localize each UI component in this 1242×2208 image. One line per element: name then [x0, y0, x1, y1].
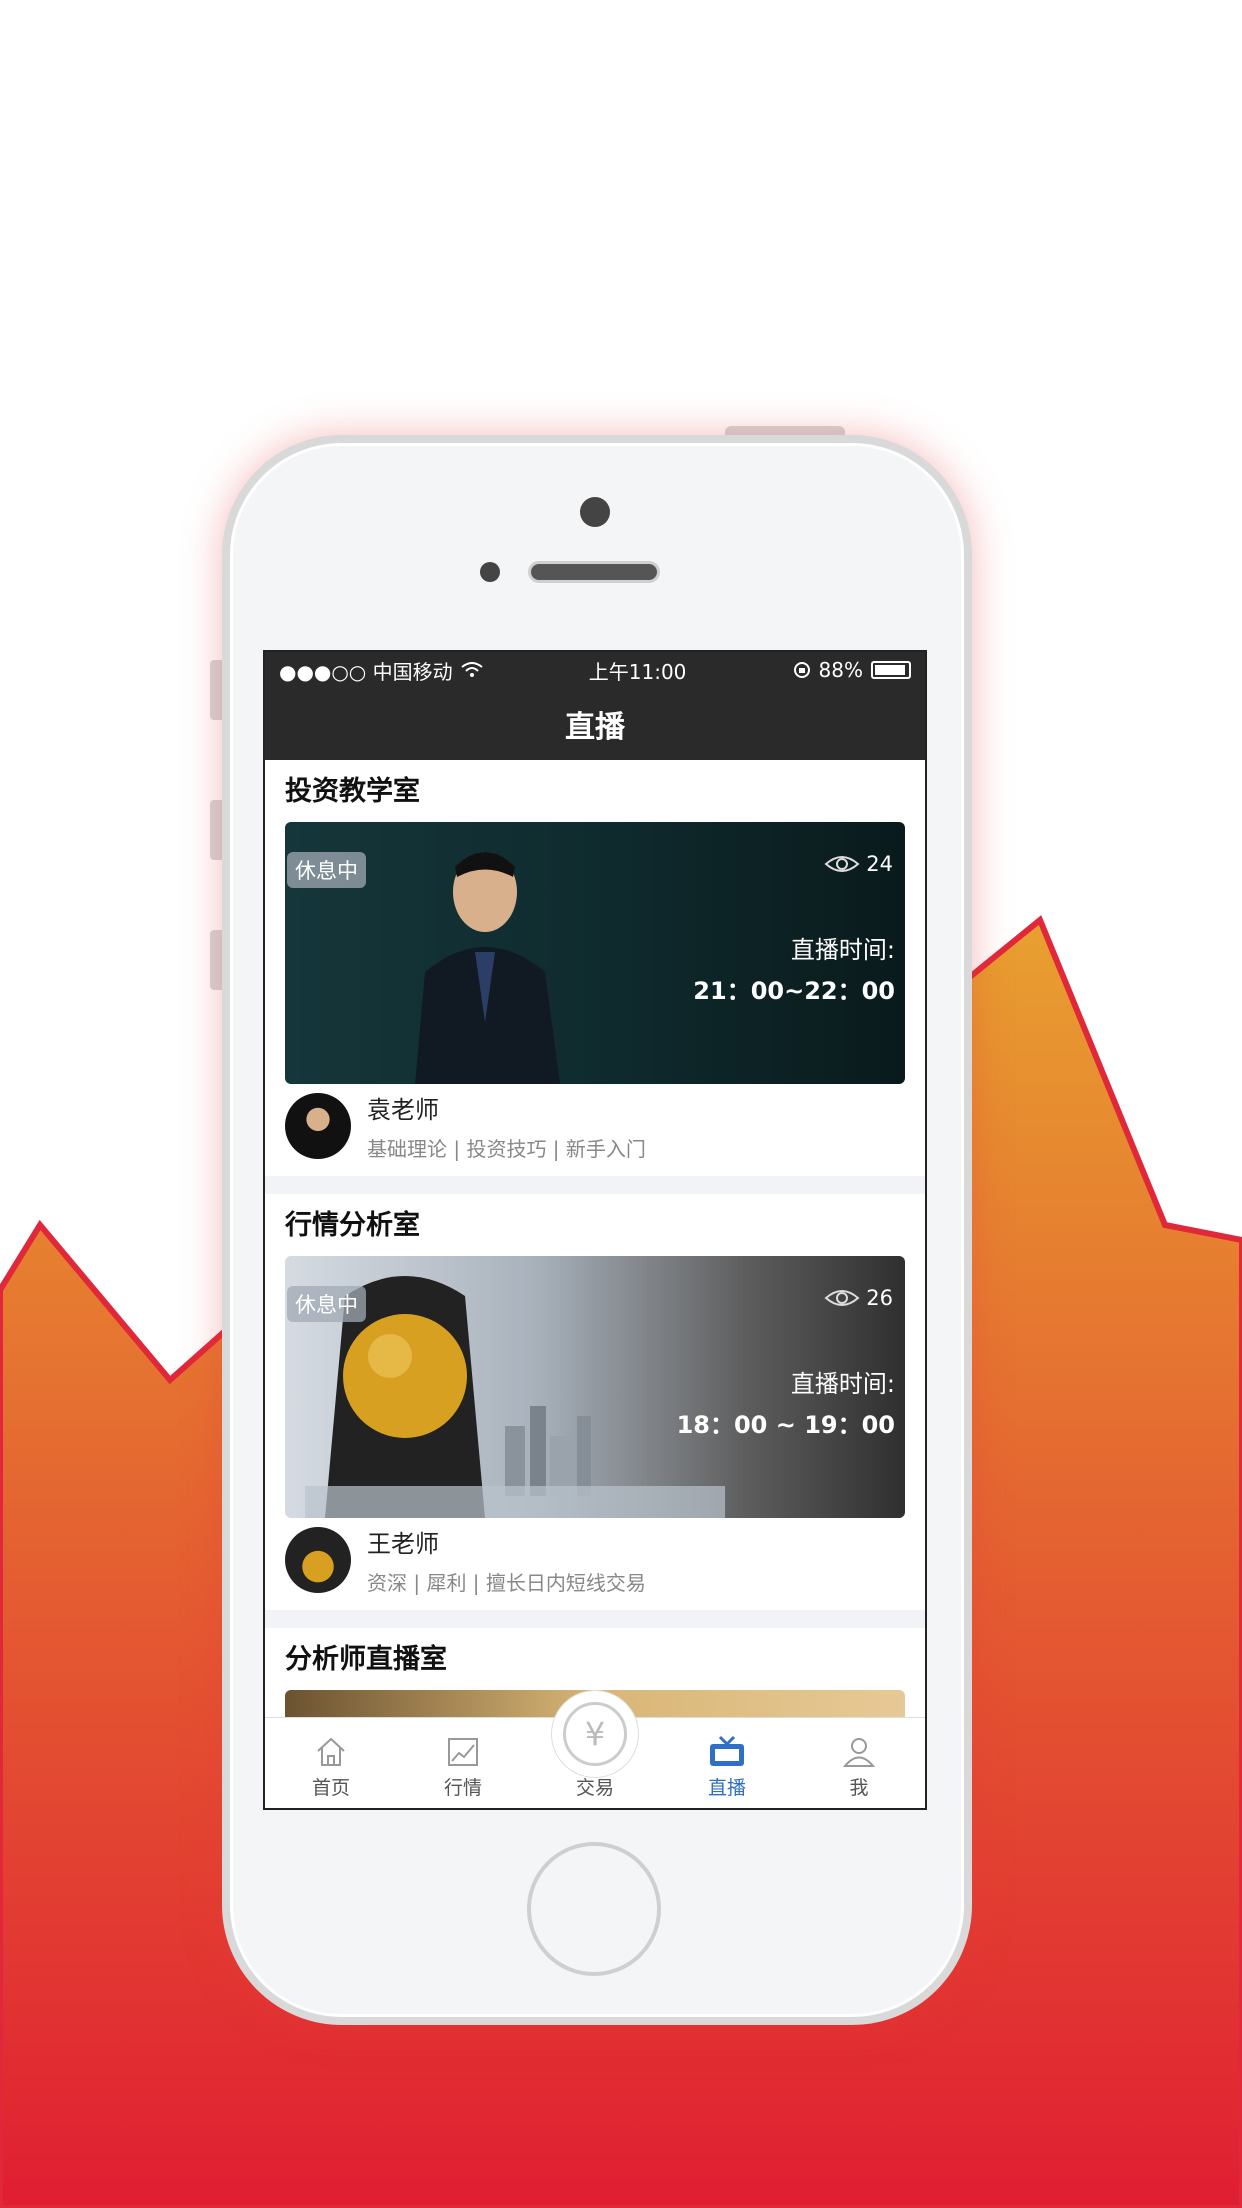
viewer-count: 24	[824, 852, 893, 876]
teacher-tags: 基础理论 | 投资技巧 | 新手入门	[367, 1137, 646, 1161]
proximity-sensor	[480, 562, 500, 582]
carrier-label: ●●●○○ 中国移动	[279, 659, 453, 684]
teacher-tags: 资深 | 犀利 | 擅长日内短线交易	[367, 1571, 646, 1595]
avatar	[285, 1093, 351, 1159]
room-title: 行情分析室	[285, 1210, 420, 1241]
earpiece-speaker	[528, 561, 660, 583]
tab-home[interactable]: 首页	[265, 1718, 397, 1808]
live-time-label: 直播时间:	[790, 1370, 895, 1398]
trade-bubble[interactable]: ¥	[551, 1690, 639, 1778]
status-time: 上午11:00	[588, 659, 687, 684]
tab-label: 我	[849, 1777, 869, 1799]
wifi-icon	[461, 662, 483, 677]
status-badge: 休息中	[287, 1286, 366, 1322]
live-time-range: 18：00 ~ 19：00	[676, 1411, 895, 1439]
tab-label: 直播	[707, 1777, 746, 1799]
tab-trade[interactable]: ¥ 交易	[529, 1690, 661, 1808]
room-banner[interactable]: 休息中 26 直播时间: 18：00 ~ 19：00	[285, 1256, 905, 1518]
yen-icon: ¥	[563, 1702, 627, 1766]
home-icon	[317, 1737, 345, 1766]
battery-percent: 88%	[818, 658, 863, 682]
room-title: 投资教学室	[285, 776, 420, 807]
live-time: 直播时间: 18：00 ~ 19：00	[677, 1364, 895, 1440]
viewer-count-value: 24	[866, 852, 893, 876]
teacher-name: 袁老师	[367, 1096, 439, 1124]
tab-bar: 首页 行情 ¥ 交易 直播 我	[265, 1690, 925, 1808]
presenter-image	[415, 852, 560, 1084]
chart-icon	[448, 1738, 478, 1766]
tab-label: 行情	[443, 1777, 482, 1799]
tv-icon	[710, 1735, 744, 1766]
user-icon	[842, 1738, 876, 1767]
rotation-lock-icon	[793, 662, 810, 678]
home-button	[527, 1842, 661, 1976]
teacher-name: 王老师	[367, 1530, 439, 1558]
tab-me[interactable]: 我	[793, 1718, 925, 1808]
viewer-count: 26	[824, 1286, 893, 1310]
eye-icon	[824, 1290, 860, 1306]
room-banner[interactable]: 休息中 24 直播时间: 21：00~22：00	[285, 822, 905, 1084]
nav-bar: 直播	[265, 688, 925, 760]
avatar	[285, 1527, 351, 1593]
phone-screen: ●●●○○ 中国移动 上午11:00 88% 直播 投资教学室 休息中 24 直…	[263, 650, 927, 1810]
globe-businessman-image	[305, 1276, 725, 1518]
eye-icon	[824, 856, 860, 872]
front-camera	[580, 497, 610, 527]
viewer-count-value: 26	[866, 1286, 893, 1310]
tab-market[interactable]: 行情	[397, 1718, 529, 1808]
live-time: 直播时间: 21：00~22：00	[693, 930, 895, 1006]
teacher-info[interactable]: 王老师 资深 | 犀利 | 擅长日内短线交易	[285, 1524, 905, 1596]
room-card[interactable]: 投资教学室 休息中 24 直播时间: 21：00~22：00 袁老师 基础理论 …	[265, 760, 925, 1176]
live-time-range: 21：00~22：00	[693, 977, 895, 1005]
page-title: 直播	[565, 710, 625, 745]
room-card[interactable]: 行情分析室 休息中 26 直播时间: 18：00 ~ 19：00 王老师 资深 …	[265, 1194, 925, 1610]
teacher-info[interactable]: 袁老师 基础理论 | 投资技巧 | 新手入门	[285, 1090, 905, 1162]
tab-label: 首页	[311, 1777, 350, 1799]
status-badge: 休息中	[287, 852, 366, 888]
room-list[interactable]: 投资教学室 休息中 24 直播时间: 21：00~22：00 袁老师 基础理论 …	[265, 760, 925, 1718]
live-time-label: 直播时间:	[790, 936, 895, 964]
tab-live[interactable]: 直播	[661, 1718, 793, 1808]
status-bar: ●●●○○ 中国移动 上午11:00 88%	[265, 652, 925, 688]
room-title: 分析师直播室	[285, 1644, 447, 1675]
battery-icon	[871, 661, 911, 679]
